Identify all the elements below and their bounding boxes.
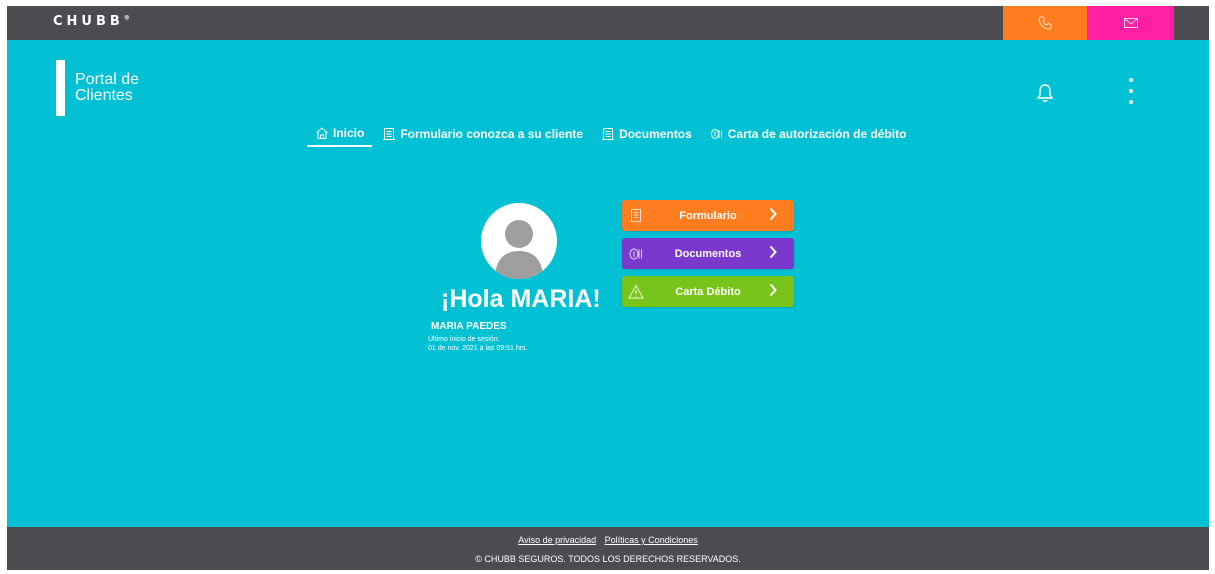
phone-icon bbox=[1038, 16, 1052, 30]
form-icon bbox=[383, 128, 396, 140]
greeting: ¡Hola MARIA! bbox=[441, 285, 601, 313]
policies-link[interactable]: Políticas y Condiciones bbox=[605, 535, 698, 545]
last-login-label: Último inicio de sesión: bbox=[428, 336, 500, 343]
formulario-button[interactable]: Formulario bbox=[622, 200, 794, 231]
copyright: © CHUBB SEGUROS. TODOS LOS DERECHOS RESE… bbox=[475, 554, 741, 564]
mail-icon bbox=[1123, 18, 1138, 28]
portal-title: Portal de Clientes bbox=[75, 71, 140, 104]
user-silhouette-icon bbox=[495, 220, 543, 279]
brand-bar bbox=[56, 60, 65, 116]
nav-item-carta[interactable]: Carta de autorización de débito bbox=[710, 121, 906, 147]
chubb-logo: CHUBB® bbox=[53, 14, 130, 29]
money-icon bbox=[710, 129, 722, 139]
nav-item-documentos[interactable]: Documentos bbox=[601, 121, 692, 147]
bell-icon[interactable] bbox=[1035, 82, 1055, 104]
more-menu-icon[interactable] bbox=[1125, 78, 1137, 104]
chevron-right-icon bbox=[769, 245, 777, 259]
app-window: CHUBB® Portal de Clientes Inicio Formula… bbox=[7, 6, 1209, 570]
documentos-button[interactable]: Documentos bbox=[622, 238, 794, 269]
nav-item-formulario[interactable]: Formulario conozca a su cliente bbox=[382, 121, 583, 147]
document-icon bbox=[602, 128, 615, 140]
user-name: MARIA PAEDES bbox=[431, 321, 507, 332]
footer-links: Aviso de privacidad Políticas y Condicio… bbox=[7, 535, 1209, 545]
mail-button[interactable] bbox=[1087, 6, 1174, 40]
privacy-link[interactable]: Aviso de privacidad bbox=[518, 535, 596, 545]
top-bar: CHUBB® bbox=[7, 6, 1209, 40]
footer: Aviso de privacidad Políticas y Condicio… bbox=[7, 527, 1209, 570]
avatar bbox=[481, 203, 557, 279]
chevron-right-icon bbox=[769, 283, 777, 297]
chevron-right-icon bbox=[769, 207, 777, 221]
nav-item-inicio[interactable]: Inicio bbox=[307, 121, 373, 147]
phone-button[interactable] bbox=[1003, 6, 1087, 40]
carta-debito-button[interactable]: Carta Débito bbox=[622, 276, 794, 307]
portal-brand: Portal de Clientes bbox=[56, 60, 139, 116]
home-icon bbox=[316, 127, 328, 139]
last-login-value: 01 de nov. 2021 a las 09:51 hrs. bbox=[428, 345, 528, 352]
main-nav: Inicio Formulario conozca a su cliente D… bbox=[307, 121, 924, 147]
